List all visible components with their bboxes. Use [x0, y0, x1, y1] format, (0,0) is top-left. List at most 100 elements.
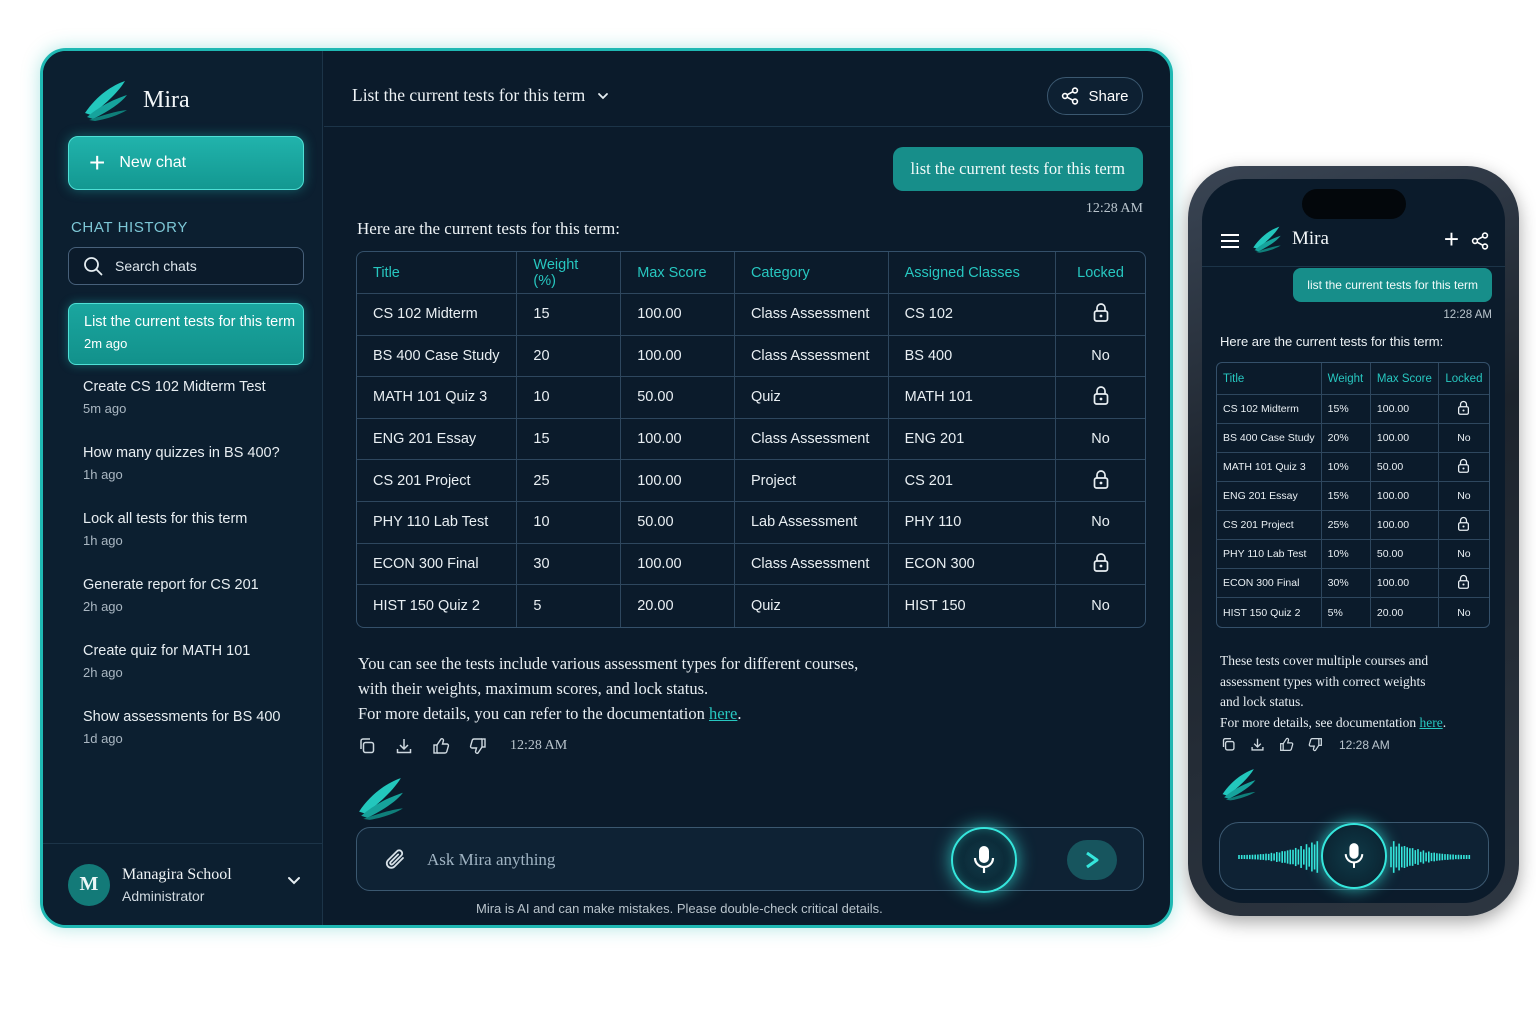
chevron-down-icon[interactable] [287, 876, 301, 886]
table-cell: 5 [517, 585, 622, 627]
response-line-text: For more details, you can refer to the d… [358, 704, 709, 723]
mobile-voice-input-button[interactable] [1321, 823, 1387, 889]
download-icon[interactable] [395, 737, 413, 755]
documentation-link[interactable]: here [1419, 715, 1442, 730]
locked-cell [1438, 511, 1489, 540]
response-time: 12:28 AM [510, 738, 568, 753]
table-cell: 20.00 [621, 585, 735, 627]
brand[interactable]: Mira [83, 79, 190, 121]
history-item[interactable]: Generate report for CS 201 2h ago [68, 567, 304, 633]
history-item[interactable]: Create quiz for MATH 101 2h ago [68, 633, 304, 699]
brand-name: Mira [143, 86, 190, 113]
history-item-time: 5m ago [83, 401, 127, 416]
thumbs-down-icon[interactable] [469, 737, 487, 755]
paperclip-icon[interactable] [383, 847, 409, 873]
locked-cell [1438, 395, 1489, 424]
response-line: with their weights, maximum scores, and … [358, 679, 709, 698]
thumbs-up-icon[interactable] [432, 737, 450, 755]
user-message-time: 12:28 AM [1085, 201, 1143, 216]
table-cell: No [1056, 419, 1145, 461]
mobile-response-time: 12:28 AM [1339, 737, 1390, 752]
table-row: BS 400 Case Study 20% 100.00 No [1217, 424, 1489, 453]
mobile-response-text: These tests cover multiple courses and a… [1220, 651, 1490, 733]
table-cell: 30% [1321, 569, 1371, 598]
copy-icon[interactable] [358, 737, 376, 755]
history-item-title: Show assessments for BS 400 [83, 709, 281, 725]
send-button[interactable] [1067, 840, 1117, 880]
table-cell: No [1438, 482, 1489, 511]
history-item-title: List the current tests for this term [84, 314, 296, 330]
column-header: Locked [1438, 363, 1489, 395]
mira-logo-icon [85, 81, 127, 121]
table-cell: 100.00 [621, 460, 735, 502]
new-chat-button[interactable]: + New chat [68, 136, 304, 190]
copy-icon[interactable] [1221, 737, 1236, 752]
mobile-user-message-bubble: list the current tests for this term [1293, 268, 1492, 302]
user-name: Managira School [122, 865, 232, 883]
locked-cell [1438, 453, 1489, 482]
table-cell: 5% [1322, 598, 1371, 627]
history-item-title: Generate report for CS 201 [83, 577, 259, 593]
response-line: For more details, you can refer to the d… [358, 701, 998, 726]
table-cell: No [1457, 606, 1471, 619]
documentation-link[interactable]: here [709, 704, 737, 723]
plus-icon: + [89, 147, 106, 178]
response-line-end: . [1442, 714, 1447, 730]
share-icon[interactable] [1471, 232, 1489, 250]
response-line-text: For more details, see documentation [1220, 714, 1420, 730]
mira-logo-icon [1253, 226, 1281, 253]
thumbs-up-icon[interactable] [1279, 737, 1294, 752]
table-cell: 20 [517, 335, 622, 378]
search-box[interactable] [68, 247, 304, 285]
table-cell: 50.00 [621, 377, 735, 419]
history-item[interactable]: How many quizzes in BS 400? 1h ago [68, 435, 304, 501]
table-cell: 30 [517, 543, 622, 586]
table-cell: CS 102 Midterm [357, 294, 518, 336]
table-cell: 20% [1321, 424, 1371, 453]
mobile-message-actions: 12:28 AM [1221, 737, 1390, 752]
history-item-time: 1d ago [83, 731, 123, 746]
table-cell: Class Assessment [734, 294, 889, 336]
download-icon[interactable] [1250, 737, 1265, 752]
sidebar: Mira + New chat CHAT HISTORY List the cu… [43, 51, 323, 925]
table-cell: 20.00 [1371, 598, 1439, 627]
message-input[interactable] [427, 846, 927, 874]
search-input[interactable] [115, 258, 295, 274]
microphone-icon [973, 846, 995, 873]
table-cell: ENG 201 Essay [357, 418, 518, 461]
table-cell: ECON 300 Final [1217, 569, 1322, 598]
table-cell: 10% [1321, 453, 1371, 482]
response-text: You can see the tests include various as… [358, 651, 998, 726]
history-item[interactable]: Lock all tests for this term 1h ago [68, 501, 304, 567]
lock-icon [1093, 469, 1108, 489]
history-item[interactable]: Create CS 102 Midterm Test 5m ago [68, 369, 304, 435]
mobile-tests-table: Title Weight Max Score Locked CS 102 Mid… [1216, 362, 1490, 628]
table-cell: 25% [1321, 511, 1371, 540]
user-profile[interactable]: M Managira School Administrator [43, 843, 323, 925]
thumbs-down-icon[interactable] [1308, 737, 1323, 752]
table-row: ECON 300 Final 30% 100.00 [1217, 569, 1489, 598]
voice-input-button[interactable] [951, 827, 1017, 893]
hamburger-menu-icon[interactable] [1220, 233, 1240, 249]
table-cell: 100.00 [621, 418, 735, 461]
table-cell: PHY 110 Lab Test [357, 501, 518, 544]
table-cell: MATH 101 Quiz 3 [357, 377, 518, 419]
history-item-active[interactable]: List the current tests for this term 2m … [68, 303, 304, 365]
table-cell: BS 400 Case Study [1217, 424, 1322, 453]
chat-history-list: List the current tests for this term 2m … [68, 303, 304, 765]
response-line: These tests cover multiple courses and [1220, 653, 1429, 668]
table-cell: PHY 110 Lab Test [1217, 540, 1322, 569]
share-button[interactable]: Share [1047, 77, 1143, 115]
table-cell: 10 [517, 501, 622, 544]
conversation-title[interactable]: List the current tests for this term [352, 85, 609, 106]
table-cell: No [1438, 540, 1489, 569]
plus-icon[interactable]: + [1444, 224, 1459, 255]
table-cell: 100.00 [1370, 482, 1439, 511]
table-cell: 50.00 [1370, 453, 1439, 482]
table-row: HIST 150 Quiz 2 5% 20.00 No [1217, 598, 1489, 627]
table-row: CS 102 Midterm 15% 100.00 [1217, 395, 1489, 424]
desktop-window: Mira + New chat CHAT HISTORY List the cu… [40, 48, 1173, 928]
mobile-device: Mira + list the current tests for this t… [1188, 166, 1519, 916]
history-item[interactable]: Show assessments for BS 400 1d ago [68, 699, 304, 765]
table-cell: CS 201 Project [357, 460, 518, 502]
